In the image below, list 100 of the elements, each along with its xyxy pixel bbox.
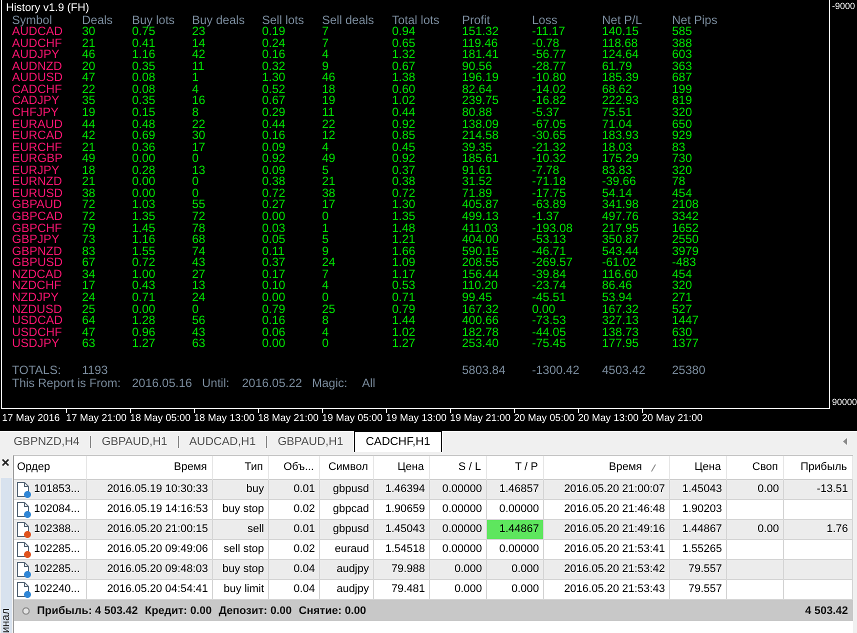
- value-cell: 83: [82, 246, 96, 258]
- panel-tab[interactable]: инал: [1, 478, 12, 633]
- value-cell: 0.08: [132, 72, 156, 84]
- time-label: 18 May 13:00: [194, 413, 255, 424]
- order-number: 102240...: [34, 582, 80, 597]
- value-cell: 64: [82, 315, 96, 327]
- value-cell: -39.84: [532, 268, 566, 280]
- value-cell: 320: [672, 106, 692, 118]
- value-cell: 72: [192, 211, 206, 223]
- value-cell: 0.41: [132, 38, 156, 50]
- value-cell: 110.20: [462, 280, 498, 292]
- symbol-cell: AUDUSD: [12, 72, 63, 84]
- table-row[interactable]: 101853... 2016.05.19 10:30:33 buy 0.01 gbpusd 1.46394 0.00000 1.46857 2016.05.20 21:00:07 1.45043 0.00 -13.51: [14, 480, 853, 500]
- value-cell: 214.58: [462, 130, 499, 142]
- value-cell: 1.00: [132, 268, 156, 280]
- chart-tab[interactable]: GBPAUD,H1: [267, 432, 354, 452]
- value-cell: 75.51: [602, 106, 632, 118]
- value-cell: 1447: [672, 315, 699, 327]
- value-cell: 1.09: [392, 257, 416, 269]
- symbol-cell: EURCAD: [12, 130, 63, 142]
- value-cell: 71.04: [602, 118, 632, 130]
- value-cell: 24: [322, 257, 336, 269]
- chart-tab[interactable]: GBPAUD,H1: [91, 432, 178, 452]
- value-cell: -46.71: [532, 246, 566, 258]
- value-cell: 1.35: [392, 211, 416, 223]
- value-cell: -75.45: [532, 338, 566, 350]
- value-cell: 929: [672, 130, 692, 142]
- value-cell: -63.89: [532, 199, 566, 211]
- value-cell: 543.44: [602, 246, 639, 258]
- chart-tab[interactable]: CADCHF,H1: [354, 431, 442, 452]
- value-cell: 0.00: [132, 188, 156, 200]
- value-cell: 405.87: [462, 199, 499, 211]
- value-cell: 0.29: [262, 106, 286, 118]
- table-row[interactable]: 102240... 2016.05.20 04:54:41 buy limit 0.04 audjpy 79.481 0.000 0.000 2016.05.20 21:53:43 79.557: [14, 580, 853, 600]
- value-cell: 61.79: [602, 60, 632, 72]
- time-label: 19 May 21:00: [450, 413, 511, 424]
- value-cell: 0.37: [262, 257, 286, 269]
- table-row[interactable]: 102388... 2016.05.20 21:00:15 sell 0.01 gbpusd 1.45043 0.00000 1.44867 2016.05.20 21:49:16 1.44867 0.00 1.76: [14, 520, 853, 540]
- table-cell: 1.44867: [487, 520, 544, 540]
- value-cell: 1.27: [392, 338, 416, 350]
- value-cell: 55: [192, 199, 206, 211]
- time-label: 19 May 05:00: [322, 413, 383, 424]
- value-cell: 13: [192, 280, 206, 292]
- totals-label: TOTALS:: [12, 364, 61, 376]
- value-cell: 119.46: [462, 38, 498, 50]
- value-cell: 138.73: [602, 326, 639, 338]
- symbol-cell: EURCHF: [12, 142, 62, 154]
- value-cell: 124.64: [602, 49, 639, 61]
- column-header: Buy lots: [132, 14, 175, 26]
- value-cell: 0.60: [392, 84, 416, 96]
- symbol-cell: NZDCHF: [12, 280, 62, 292]
- chart-tab[interactable]: AUDCAD,H1: [179, 432, 266, 452]
- value-cell: -10.80: [532, 72, 566, 84]
- value-cell: 0.79: [392, 304, 416, 316]
- value-cell: 0.72: [132, 257, 156, 269]
- value-cell: 71.89: [462, 188, 492, 200]
- value-cell: -61.02: [602, 257, 636, 269]
- column-header: Net P/L: [602, 14, 642, 26]
- value-cell: 819: [672, 95, 692, 107]
- value-cell: 499.13: [462, 211, 499, 223]
- chart-tab[interactable]: GBPNZD,H4: [3, 432, 90, 452]
- value-cell: 2550: [672, 234, 699, 246]
- value-cell: 0.92: [262, 153, 286, 165]
- value-cell: 1.66: [392, 246, 416, 258]
- status-ring-icon: [22, 606, 30, 614]
- column-header: Sell deals: [322, 14, 374, 26]
- close-icon[interactable]: [2, 459, 9, 466]
- value-cell: 22: [82, 84, 96, 96]
- value-cell: 99.45: [462, 292, 492, 304]
- value-cell: 0.00: [262, 292, 286, 304]
- value-cell: -28.77: [532, 60, 566, 72]
- value-cell: 0.43: [132, 280, 156, 292]
- report-label: Until:: [202, 377, 230, 390]
- value-cell: 0.67: [392, 60, 416, 72]
- value-cell: 68: [192, 234, 206, 246]
- table-row[interactable]: 102285... 2016.05.20 09:48:03 buy stop 0.04 audjpy 79.988 0.000 0.000 2016.05.20 21:53:42 79.557: [14, 560, 853, 580]
- value-cell: -39.66: [602, 176, 636, 188]
- symbol-cell: EURJPY: [12, 164, 60, 176]
- value-cell: 46: [322, 72, 336, 84]
- value-cell: 16: [192, 95, 206, 107]
- caret-left-icon[interactable]: [843, 438, 847, 445]
- value-cell: 35: [82, 95, 96, 107]
- value-cell: 0.45: [392, 142, 416, 154]
- value-cell: 1.30: [392, 199, 416, 211]
- value-cell: 43: [192, 257, 206, 269]
- time-label: 17 May 21:00: [66, 413, 127, 424]
- value-cell: 73: [82, 234, 96, 246]
- value-cell: -14.02: [532, 84, 566, 96]
- value-cell: 196.19: [462, 72, 499, 84]
- value-cell: 185.61: [462, 153, 499, 165]
- summary-item: Снятие: 0.00: [298, 604, 366, 616]
- value-cell: -16.82: [532, 95, 566, 107]
- value-cell: 0.75: [132, 26, 156, 38]
- value-cell: 0: [322, 292, 329, 304]
- symbol-cell: USDJPY: [12, 338, 60, 350]
- value-cell: 183.93: [602, 130, 639, 142]
- value-cell: 0.38: [262, 176, 286, 188]
- value-cell: 400.66: [462, 315, 499, 327]
- value-cell: 0.00: [262, 338, 286, 350]
- value-cell: 0.03: [262, 222, 286, 234]
